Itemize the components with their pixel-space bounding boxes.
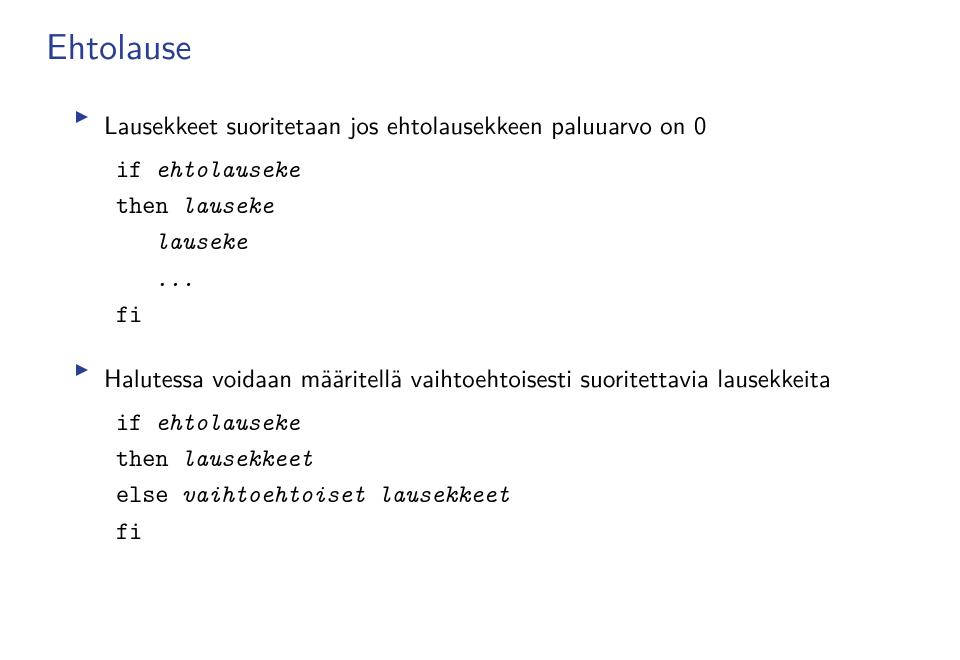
keyword-then: then xyxy=(116,188,169,221)
code-block-if-then-fi: if ehtolauseke then lauseke lauseke ... … xyxy=(116,151,914,332)
code-block-if-then-else-fi: if ehtolauseke then lausekkeet else vaih… xyxy=(116,404,914,549)
triangle-icon xyxy=(74,362,90,378)
keyword-then: then xyxy=(116,441,169,474)
code-text: ehtolauseke xyxy=(142,152,300,185)
keyword-fi: fi xyxy=(116,297,142,330)
code-text: lauseke xyxy=(169,188,274,221)
slide-title: Ehtolause xyxy=(46,18,914,71)
slide: Ehtolause Lausekkeet suoritetaan jos eht… xyxy=(0,0,960,660)
code-text: ehtolauseke xyxy=(142,405,300,438)
bullet-text: Lausekkeet suoritetaan jos ehtolausekkee… xyxy=(104,107,914,141)
bullet-item: Lausekkeet suoritetaan jos ehtolausekkee… xyxy=(74,107,914,141)
keyword-if: if xyxy=(116,152,142,185)
code-text: lausekkeet xyxy=(169,441,313,474)
keyword-else: else xyxy=(116,477,169,510)
bullet-item: Halutessa voidaan määritellä vaihtoehtoi… xyxy=(74,360,914,394)
triangle-icon xyxy=(74,109,90,125)
bullet-text: Halutessa voidaan määritellä vaihtoehtoi… xyxy=(104,360,914,394)
keyword-fi: fi xyxy=(116,514,142,547)
keyword-if: if xyxy=(116,405,142,438)
code-text: ... xyxy=(116,261,195,294)
code-text: vaihtoehtoiset lausekkeet xyxy=(169,477,510,510)
code-text: lauseke xyxy=(116,224,247,257)
